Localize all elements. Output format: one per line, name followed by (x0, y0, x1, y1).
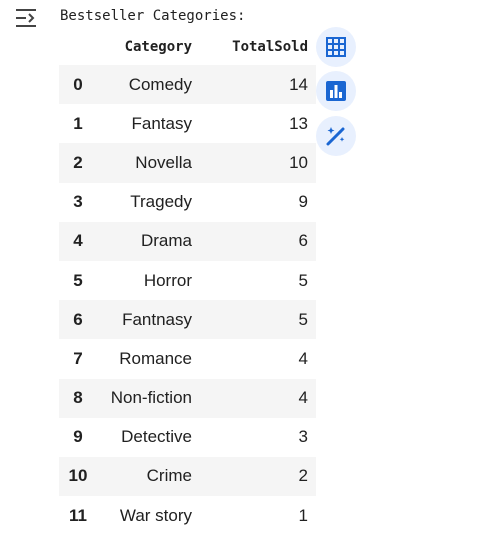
totalsold-cell: 14 (289, 74, 308, 94)
table-body: 0 Comedy 14 1 Fantasy 13 2 Novella 10 3 … (59, 65, 316, 536)
output-title: Bestseller Categories: (60, 8, 246, 24)
category-cell: Crime (146, 466, 192, 486)
row-index: 7 (73, 348, 83, 368)
generate-code-button[interactable] (316, 116, 356, 156)
row-index: 6 (73, 309, 83, 329)
table-row: 10 Crime 2 (59, 456, 316, 497)
totalsold-cell: 1 (298, 505, 308, 525)
table-row: 2 Novella 10 (59, 143, 316, 183)
table-icon (325, 36, 347, 58)
magic-pen-icon (324, 124, 348, 148)
row-index: 1 (73, 113, 83, 133)
category-cell: Non-fiction (110, 388, 192, 408)
totalsold-cell: 6 (298, 231, 308, 251)
totalsold-cell: 5 (298, 270, 308, 290)
table-row: 0 Comedy 14 (59, 65, 316, 105)
category-cell: Novella (135, 152, 192, 172)
row-index: 9 (73, 427, 83, 447)
totalsold-cell: 4 (298, 348, 308, 368)
convert-to-interactive-table-button[interactable] (316, 27, 356, 67)
row-index: 5 (73, 270, 83, 290)
row-index: 3 (73, 192, 83, 212)
category-cell: Drama (140, 231, 192, 251)
category-cell: War story (119, 505, 192, 525)
category-cell: Fantnasy (122, 309, 192, 329)
category-cell: Tragedy (130, 192, 192, 212)
category-cell: Horror (143, 270, 192, 290)
table-row: 9 Detective 3 (59, 417, 316, 457)
table-row: 8 Non-fiction 4 (59, 378, 316, 418)
category-cell: Romance (119, 348, 192, 368)
category-header: Category (124, 39, 192, 55)
totalsold-cell: 3 (298, 427, 308, 447)
totalsold-cell: 5 (298, 309, 308, 329)
row-index: 2 (73, 152, 83, 172)
row-index: 11 (69, 505, 87, 525)
table-row: 5 Horror 5 (59, 260, 316, 301)
totalsold-header: TotalSold (232, 39, 308, 55)
output-toggle-icon[interactable] (14, 7, 40, 29)
table-header: Category TotalSold (59, 29, 316, 65)
row-index: 8 (73, 388, 83, 408)
totalsold-cell: 2 (298, 466, 308, 486)
row-index: 10 (68, 466, 88, 486)
table-row: 6 Fantnasy 5 (59, 300, 316, 340)
totalsold-cell: 4 (298, 388, 308, 408)
header-row: Category TotalSold (59, 29, 316, 65)
dataframe-table: Category TotalSold 0 Comedy 14 1 Fantasy… (59, 29, 316, 536)
totalsold-cell: 10 (289, 152, 308, 172)
table-row: 11 War story 1 (59, 496, 316, 536)
totalsold-cell: 9 (298, 192, 308, 212)
totalsold-cell: 13 (289, 113, 308, 133)
category-cell: Comedy (128, 74, 192, 94)
suggest-charts-button[interactable] (316, 71, 356, 111)
category-cell: Fantasy (131, 113, 192, 133)
bar-chart-icon (325, 80, 347, 102)
row-index: 4 (73, 231, 83, 251)
row-index: 0 (73, 74, 83, 94)
index-header (59, 29, 97, 65)
table-row: 7 Romance 4 (59, 339, 316, 379)
table-row: 1 Fantasy 13 (59, 104, 316, 144)
table-row: 3 Tragedy 9 (59, 182, 316, 222)
category-cell: Detective (121, 427, 192, 447)
table-row: 4 Drama 6 (59, 221, 316, 261)
